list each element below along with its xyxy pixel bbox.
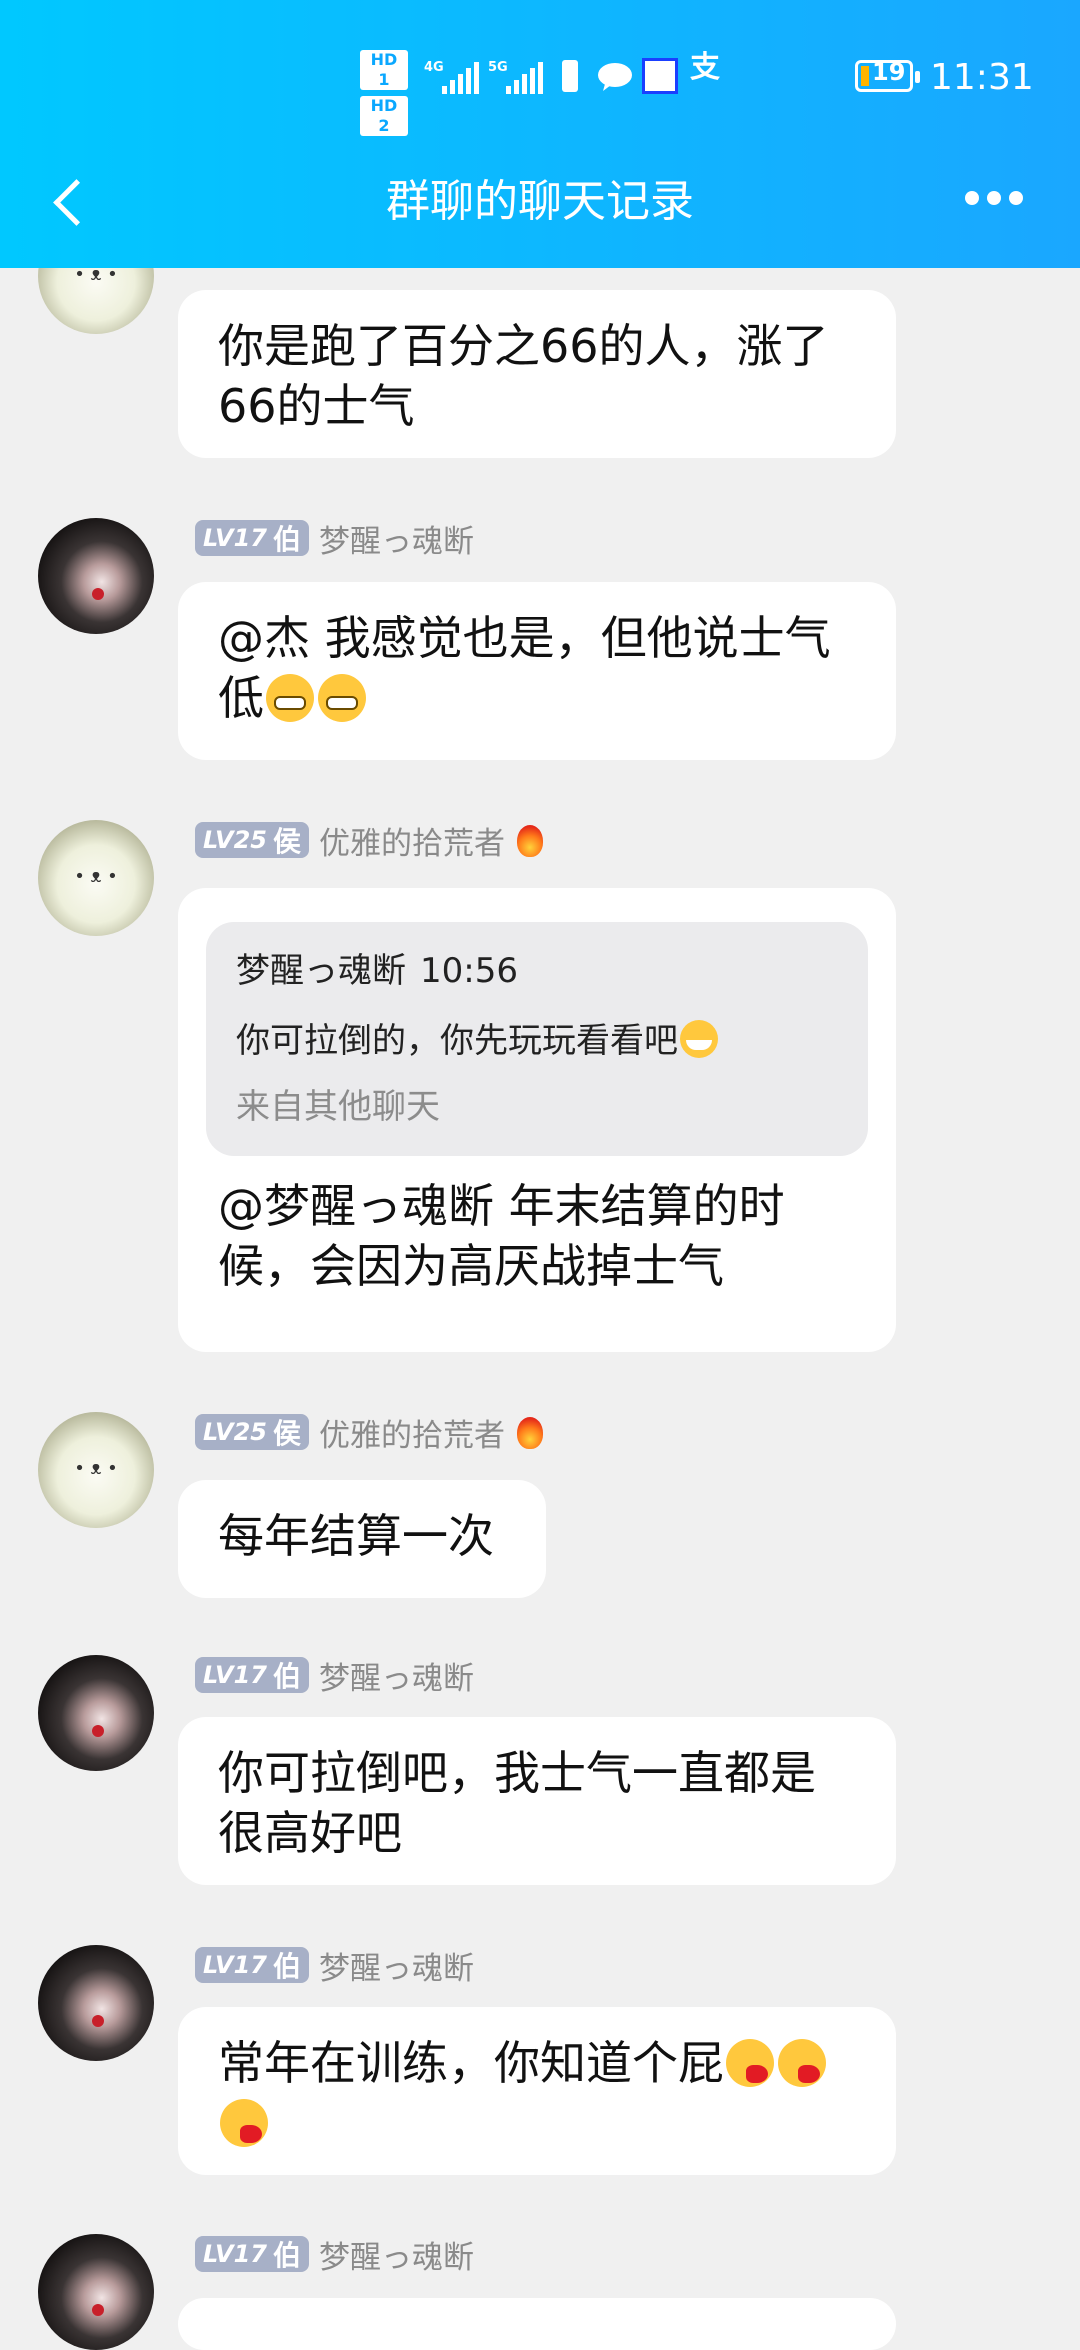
hd-indicator: HD 1 HD 2 — [360, 50, 412, 136]
tongue-emoji-icon — [726, 2039, 774, 2087]
message-bubble[interactable]: 常年在训练，你知道个屁 — [178, 2007, 896, 2175]
message-bubble[interactable]: 每年结算一次 — [178, 1480, 546, 1598]
avatar-dark-hair-icon[interactable] — [38, 518, 154, 634]
level-badge: LV17 伯 — [195, 1947, 309, 1983]
grin-emoji-icon — [318, 674, 366, 722]
level-text: LV25 — [203, 826, 267, 854]
page-title: 群聊的聊天记录 — [386, 176, 694, 227]
gallery-icon — [642, 58, 678, 94]
message-text: 常年在训练，你知道个屁 — [218, 2036, 724, 2090]
avatar-dark-hair-icon[interactable] — [38, 1655, 154, 1771]
rank-text: 侯 — [272, 1417, 301, 1450]
level-text: LV17 — [203, 1661, 267, 1689]
message-text: 每年结算一次 — [218, 1509, 494, 1563]
more-options-button[interactable] — [965, 178, 1035, 218]
level-badge: LV17 伯 — [195, 520, 309, 556]
level-text: LV17 — [203, 524, 267, 552]
message-bubble[interactable]: 梦醒っ魂断 10:56 你可拉倒的，你先玩玩看看吧 来自其他聊天 @梦醒っ魂断 年… — [178, 888, 896, 1352]
net1-label: 4G — [424, 60, 444, 75]
avatar-dark-hair-icon[interactable] — [38, 1945, 154, 2061]
rank-text: 伯 — [272, 2239, 301, 2272]
level-badge: LV25 侯 — [195, 1414, 309, 1450]
sender-meta: LV25 侯 优雅的拾荒者 — [195, 1410, 545, 1455]
sender-nickname[interactable]: 梦醒っ魂断 — [319, 2232, 474, 2277]
flame-icon — [515, 1413, 545, 1451]
sender-nickname[interactable]: 梦醒っ魂断 — [319, 1943, 474, 1988]
sender-meta: LV17 伯 梦醒っ魂断 — [195, 1943, 474, 1988]
battery-level: 19 — [872, 58, 906, 86]
avatar-bear-icon[interactable] — [38, 1412, 154, 1528]
message-text: 你是跑了百分之66的人，涨了66的士气 — [218, 319, 829, 433]
battery-icon: 19 — [855, 58, 920, 92]
avatar-dark-hair-icon[interactable] — [38, 2234, 154, 2350]
rank-text: 伯 — [272, 523, 301, 556]
sender-meta: LV17 伯 梦醒っ魂断 — [195, 2232, 474, 2277]
battery-saver-icon — [562, 60, 578, 92]
alipay-icon: 支 — [690, 50, 720, 85]
nav-bar: 群聊的聊天记录 — [0, 150, 1080, 268]
sender-meta: LV25 侯 优雅的拾荒者 — [195, 818, 545, 863]
quoted-message[interactable]: 梦醒っ魂断 10:56 你可拉倒的，你先玩玩看看吧 来自其他聊天 — [206, 922, 868, 1156]
tongue-emoji-icon — [220, 2099, 268, 2147]
message-text: 你可拉倒吧，我士气一直都是很高好吧 — [218, 1746, 816, 1860]
level-text: LV17 — [203, 2240, 267, 2268]
tongue-emoji-icon — [778, 2039, 826, 2087]
level-badge: LV17 伯 — [195, 1657, 309, 1693]
status-bar: HD 1 HD 2 4G 5G 支 19 11:31 — [0, 0, 1080, 150]
sender-nickname[interactable]: 梦醒っ魂断 — [319, 516, 474, 561]
message-bubble[interactable]: 你可拉倒吧，我士气一直都是很高好吧 — [178, 1717, 896, 1885]
level-text: LV17 — [203, 1951, 267, 1979]
net2-label: 5G — [488, 60, 508, 75]
app-header: HD 1 HD 2 4G 5G 支 19 11:31 群聊的聊天记录 — [0, 0, 1080, 268]
message-text: @梦醒っ魂断 年末结算的时候，会因为高厌战掉士气 — [218, 1179, 785, 1293]
sender-nickname[interactable]: 优雅的拾荒者 — [319, 818, 505, 863]
quote-source: 来自其他聊天 — [236, 1087, 440, 1127]
signal-4g-icon: 4G — [424, 58, 484, 94]
sender-meta: LV17 伯 梦醒っ魂断 — [195, 1653, 474, 1698]
hd1-label: HD 1 — [360, 50, 408, 90]
signal-5g-icon: 5G — [488, 58, 548, 94]
sender-meta: LV17 伯 梦醒っ魂断 — [195, 516, 474, 561]
hd2-label: HD 2 — [360, 96, 408, 136]
rank-text: 伯 — [272, 1950, 301, 1983]
level-badge: LV17 伯 — [195, 2236, 309, 2272]
message-bubble[interactable]: @杰 我感觉也是，但他说士气低 — [178, 582, 896, 760]
avatar-bear-icon[interactable] — [38, 820, 154, 936]
quote-time: 10:56 — [420, 951, 518, 991]
clock-time: 11:31 — [930, 57, 1034, 98]
quote-author: 梦醒っ魂断 — [236, 951, 406, 991]
level-badge: LV25 侯 — [195, 822, 309, 858]
message-bubble[interactable]: 你是跑了百分之66的人，涨了66的士气 — [178, 290, 896, 458]
level-text: LV25 — [203, 1418, 267, 1446]
flame-icon — [515, 821, 545, 859]
grin-emoji-icon — [266, 674, 314, 722]
rank-text: 伯 — [272, 1660, 301, 1693]
rank-text: 侯 — [272, 825, 301, 858]
tears-of-joy-emoji-icon — [680, 1020, 718, 1058]
chat-bubble-icon — [597, 62, 633, 91]
sender-nickname[interactable]: 梦醒っ魂断 — [319, 1653, 474, 1698]
sender-nickname[interactable]: 优雅的拾荒者 — [319, 1410, 505, 1455]
quote-text: 你可拉倒的，你先玩玩看看吧 — [236, 1021, 678, 1061]
message-bubble[interactable] — [178, 2298, 896, 2350]
